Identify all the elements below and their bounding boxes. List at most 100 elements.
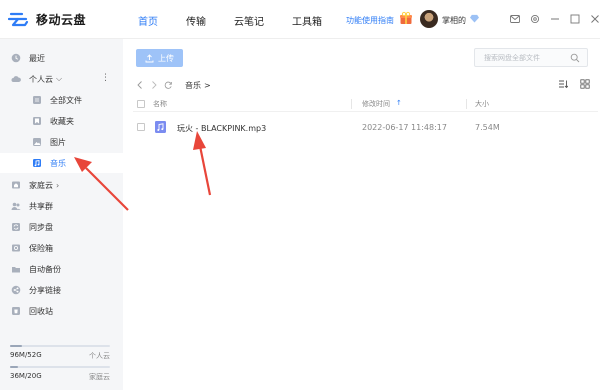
sidebar-item-label: 图片 [50, 137, 66, 147]
breadcrumb-current[interactable]: 音乐 [185, 80, 201, 91]
search-icon[interactable] [570, 53, 580, 63]
annotation-arrow-file [193, 131, 212, 196]
backup-icon [12, 267, 20, 273]
search-input[interactable] [475, 49, 565, 66]
avatar[interactable] [420, 10, 438, 28]
storage-fill [10, 345, 22, 347]
sidebar-item-personal-cloud[interactable]: 个人云 ⌵ ⋮ [0, 69, 123, 89]
upload-button[interactable]: 上传 [136, 49, 183, 67]
file-modified-time: 2022-06-17 11:48:17 [362, 123, 447, 132]
storage-bar [10, 366, 110, 368]
share-link-icon [11, 285, 21, 295]
sidebar-item-label: 保险箱 [29, 243, 53, 253]
share-group-icon [11, 202, 21, 210]
sidebar-item-label: 自动备份 [29, 264, 61, 274]
sort-list-icon[interactable] [558, 79, 568, 89]
sidebar-item-label: 收藏夹 [50, 116, 74, 126]
tab-transfer[interactable]: 传输 [186, 13, 206, 28]
grid-view-icon[interactable] [580, 79, 590, 89]
sidebar-item-images[interactable]: 图片 [0, 132, 123, 152]
sidebar-item-favorites[interactable]: 收藏夹 [0, 111, 123, 131]
vip-diamond-icon[interactable] [470, 14, 479, 23]
upload-label: 上传 [158, 53, 174, 63]
sidebar: 最近 个人云 ⌵ ⋮ 全部文件 收藏夹 图片 音乐 家庭云 › 共享群 同步盘 … [0, 39, 123, 390]
cloud-icon [11, 76, 21, 82]
column-header-name[interactable]: 名称 [153, 99, 167, 109]
brand: 移动云盘 [8, 10, 86, 28]
sidebar-item-label: 同步盘 [29, 222, 53, 232]
sidebar-item-auto-backup[interactable]: 自动备份 [0, 259, 123, 279]
all-files-icon [33, 96, 41, 104]
gift-icon[interactable] [399, 11, 413, 25]
chevron-right-icon[interactable]: › [56, 181, 59, 190]
sidebar-item-label: 最近 [29, 53, 45, 63]
table-row[interactable]: 玩火 - BLACKPINK.mp3 2022-06-17 11:48:17 7… [133, 117, 598, 137]
safe-icon [12, 244, 20, 252]
storage-used: 96M/52G [10, 351, 42, 359]
breadcrumb-separator: > [204, 80, 211, 90]
forward-arrow-icon[interactable] [150, 80, 158, 90]
sort-ascending-icon[interactable]: ↑ [396, 99, 402, 107]
sidebar-item-music[interactable]: 音乐 [0, 153, 123, 173]
username[interactable]: 掌相的 [442, 15, 466, 26]
image-icon [33, 138, 41, 146]
storage-fill [10, 366, 18, 368]
search-box[interactable] [474, 48, 588, 67]
tab-cloud-notes[interactable]: 云笔记 [234, 13, 264, 28]
refresh-icon[interactable] [164, 80, 173, 90]
back-arrow-icon[interactable] [136, 80, 144, 90]
sidebar-item-label: 全部文件 [50, 95, 82, 105]
column-header-modified[interactable]: 修改时间 [362, 99, 390, 109]
storage-bar [10, 345, 110, 347]
sidebar-item-label: 分享链接 [29, 285, 61, 295]
mail-icon[interactable] [510, 14, 520, 24]
storage-used: 36M/20G [10, 372, 42, 380]
favorites-icon [33, 117, 41, 125]
sidebar-item-all-files[interactable]: 全部文件 [0, 90, 123, 110]
tab-toolbox[interactable]: 工具箱 [292, 13, 322, 28]
sidebar-item-label: 家庭云 [29, 180, 53, 190]
tab-home[interactable]: 首页 [138, 13, 158, 28]
table-header: 名称 修改时间 ↑ 大小 [133, 96, 598, 112]
select-all-checkbox[interactable] [137, 100, 145, 108]
title-bar: 移动云盘 首页 传输 云笔记 工具箱 功能使用指南 掌相的 [0, 0, 600, 39]
sidebar-item-family-cloud[interactable]: 家庭云 › [0, 175, 123, 195]
file-size: 7.54M [475, 123, 500, 132]
settings-gear-icon[interactable] [530, 14, 540, 24]
column-divider [466, 99, 467, 109]
sidebar-item-recent[interactable]: 最近 [0, 48, 123, 68]
app-name: 移动云盘 [36, 12, 87, 27]
audio-file-icon [155, 121, 166, 133]
close-icon[interactable] [590, 14, 600, 24]
feature-guide-link[interactable]: 功能使用指南 [346, 15, 394, 26]
sidebar-item-recycle-bin[interactable]: 回收站 [0, 301, 123, 321]
sidebar-item-label: 回收站 [29, 306, 53, 316]
recycle-bin-icon [12, 307, 20, 315]
view-options [558, 79, 590, 89]
sidebar-item-label: 个人云 [29, 74, 53, 84]
sidebar-item-label: 音乐 [50, 158, 66, 168]
storage-name: 个人云 [89, 352, 110, 360]
upload-icon [145, 53, 154, 62]
sidebar-item-share-links[interactable]: 分享链接 [0, 280, 123, 300]
more-options-icon[interactable]: ⋮ [101, 73, 110, 83]
sidebar-item-share-group[interactable]: 共享群 [0, 196, 123, 216]
family-cloud-storage: 36M/20G 家庭云 [10, 366, 110, 382]
minimize-icon[interactable] [550, 14, 560, 24]
sidebar-item-sync-drive[interactable]: 同步盘 [0, 217, 123, 237]
column-divider [351, 99, 352, 109]
main-nav: 首页 传输 云笔记 工具箱 [138, 13, 350, 28]
maximize-icon[interactable] [570, 14, 580, 24]
sidebar-item-label: 共享群 [29, 201, 53, 211]
row-checkbox[interactable] [137, 123, 145, 131]
music-icon [33, 159, 41, 167]
home-icon [12, 181, 20, 189]
chevron-down-icon[interactable]: ⌵ [56, 74, 62, 84]
breadcrumb: 音乐 > [136, 78, 211, 92]
window-controls [510, 14, 600, 24]
file-name[interactable]: 玩火 - BLACKPINK.mp3 [177, 123, 266, 134]
sidebar-item-safe-box[interactable]: 保险箱 [0, 238, 123, 258]
sync-icon [12, 223, 20, 231]
storage-name: 家庭云 [89, 373, 110, 381]
column-header-size[interactable]: 大小 [475, 99, 489, 109]
